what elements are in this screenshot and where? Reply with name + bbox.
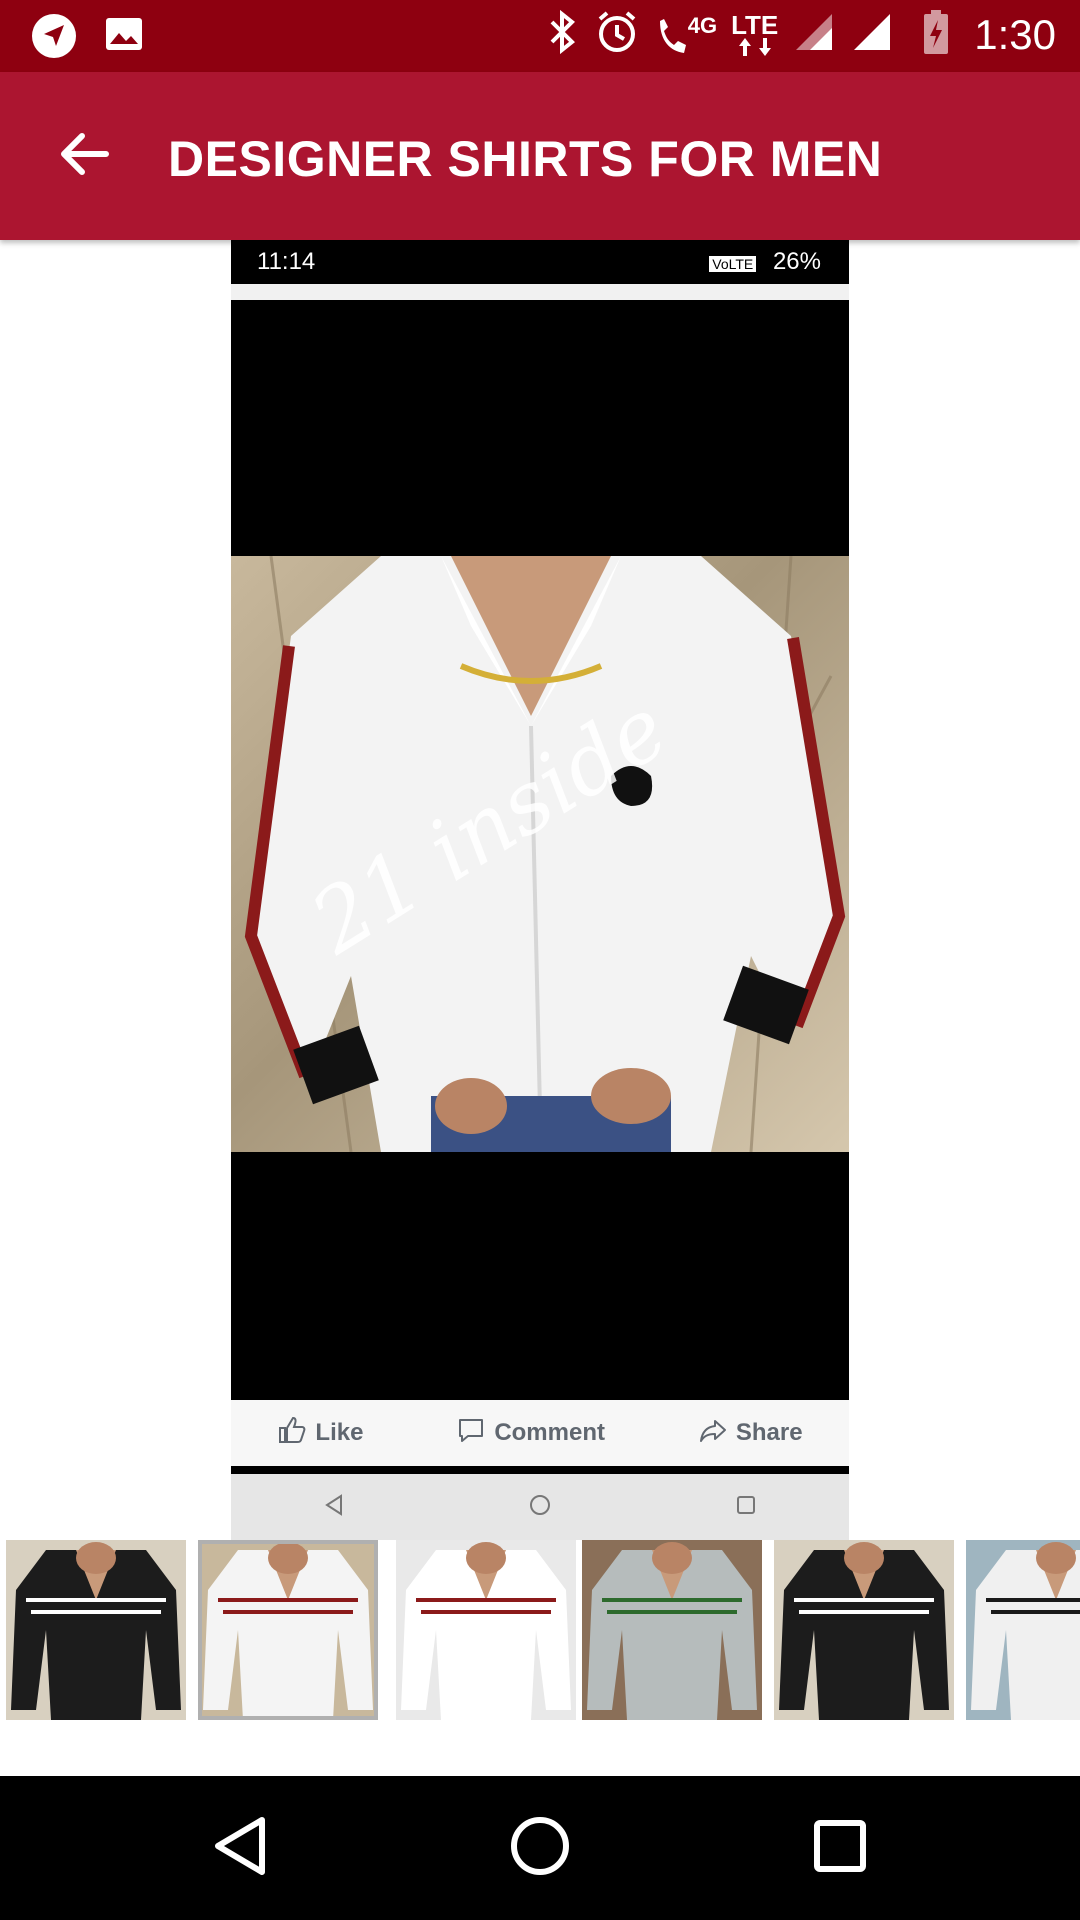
embedded-time: 11:14 — [257, 248, 316, 275]
navigation-icon — [30, 12, 78, 65]
embedded-status-bar: 11:14 VoLTE 26% — [231, 240, 849, 284]
shirt-photo: 21 inside — [231, 556, 849, 1152]
thumbnail-5[interactable] — [774, 1540, 954, 1720]
embedded-divider-dark — [231, 1466, 849, 1474]
alarm-icon — [594, 9, 640, 60]
embedded-share-label: Share — [735, 1419, 803, 1446]
embedded-comment-label: Comment — [494, 1419, 605, 1446]
signal-full-icon — [850, 10, 894, 59]
lte-label: LTE — [731, 9, 779, 40]
embedded-comment: Comment — [456, 1415, 605, 1452]
square-recents-icon — [813, 1819, 867, 1878]
app-bar: DESIGNER SHIRTS FOR MEN — [0, 72, 1080, 240]
embedded-battery: VoLTE 26% — [709, 248, 821, 276]
embedded-fb-actions: Like Comment Share — [231, 1400, 849, 1466]
thumbnail-strip[interactable] — [0, 1540, 1080, 1720]
battery-charging-icon — [922, 8, 950, 61]
embedded-battery-percent: 26% — [772, 248, 821, 275]
thumbs-up-icon — [277, 1415, 307, 1452]
status-bar: 4G LTE 1:30 — [0, 0, 1080, 72]
embedded-back-icon — [322, 1493, 346, 1522]
embedded-recents-icon — [734, 1493, 758, 1522]
status-time: 1:30 — [974, 10, 1056, 58]
thumbnail-2[interactable] — [198, 1540, 378, 1720]
page-title: DESIGNER SHIRTS FOR MEN — [168, 131, 883, 187]
lte-indicator: LTE — [731, 12, 778, 58]
embedded-volte: VoLTE — [709, 256, 757, 272]
embedded-like: Like — [277, 1415, 363, 1452]
embedded-like-label: Like — [315, 1419, 364, 1446]
thumbnail-1[interactable] — [6, 1540, 186, 1720]
triangle-back-icon — [212, 1816, 268, 1881]
nav-recents-button[interactable] — [808, 1816, 872, 1880]
main-product-image[interactable]: 11:14 VoLTE 26% 21 inside Like Comment S… — [231, 240, 849, 1540]
thumbnail-3[interactable] — [396, 1540, 576, 1720]
embedded-share: Share — [698, 1415, 803, 1452]
embedded-divider — [231, 284, 849, 300]
bluetooth-icon — [544, 8, 580, 61]
network-4g-label: 4G — [687, 12, 718, 38]
circle-home-icon — [510, 1816, 570, 1881]
embedded-home-icon — [528, 1493, 552, 1522]
thumbnail-4[interactable] — [582, 1540, 762, 1720]
wifi-calling-icon: 4G — [654, 13, 717, 57]
embedded-nav-bar — [231, 1474, 849, 1540]
system-nav-bar — [0, 1776, 1080, 1920]
nav-back-button[interactable] — [208, 1816, 272, 1880]
nav-home-button[interactable] — [508, 1816, 572, 1880]
back-button[interactable] — [46, 118, 122, 194]
thumbnail-6[interactable] — [966, 1540, 1080, 1720]
share-arrow-icon — [698, 1415, 728, 1452]
image-icon — [102, 12, 146, 65]
comment-icon — [456, 1415, 486, 1452]
signal-icon — [792, 10, 836, 59]
arrow-back-icon — [56, 126, 112, 187]
